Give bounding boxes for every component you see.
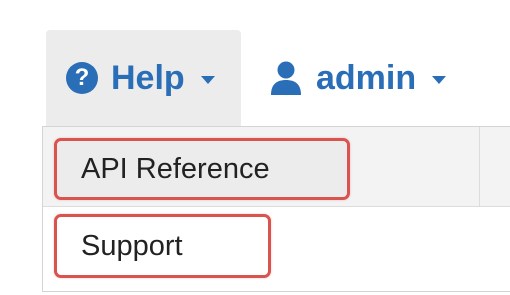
support-menu-item[interactable]: Support: [54, 214, 271, 278]
user-menu-toggle[interactable]: admin: [268, 30, 468, 126]
screenshot-stage: ? Help admin API Reference Support: [0, 0, 510, 295]
divider: [479, 127, 480, 206]
api-reference-menu-item[interactable]: API Reference: [54, 138, 350, 200]
chevron-down-icon: [200, 76, 215, 84]
help-dropdown-menu: API Reference Support: [42, 126, 510, 292]
user-icon: [271, 61, 301, 95]
chevron-down-icon: [432, 76, 447, 84]
user-menu-label: admin: [316, 59, 417, 97]
navbar: ? Help admin: [0, 0, 510, 126]
dropdown-item-row: API Reference: [43, 127, 510, 207]
question-circle-icon: ?: [66, 62, 98, 94]
dropdown-item-row: Support: [43, 207, 510, 291]
support-label: Support: [81, 229, 183, 262]
help-menu-toggle[interactable]: ? Help: [46, 30, 241, 126]
api-reference-label: API Reference: [81, 152, 270, 185]
help-menu-label: Help: [111, 59, 185, 97]
